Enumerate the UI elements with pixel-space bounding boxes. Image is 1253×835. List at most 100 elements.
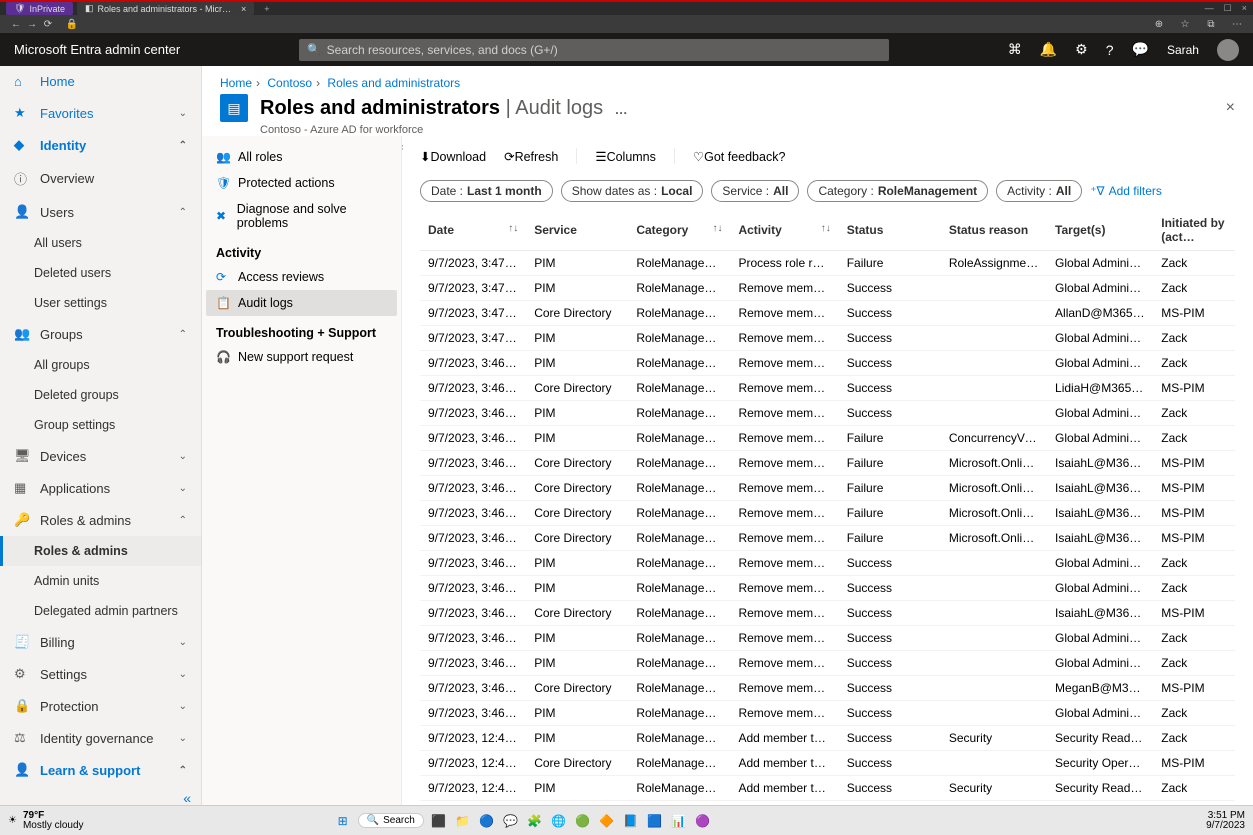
subnav-audit-logs[interactable]: 📋Audit logs — [206, 290, 397, 316]
nav-billing[interactable]: 🧾Billing⌄ — [0, 626, 201, 658]
taskbar-app-icon[interactable]: ⬛ — [430, 812, 448, 830]
subnav-protected[interactable]: 🛡Protected actions — [206, 170, 397, 196]
subnav-support[interactable]: 🎧New support request — [206, 344, 397, 370]
nav-user-settings[interactable]: User settings — [0, 288, 201, 318]
nav-favorites[interactable]: ★Favorites⌄ — [0, 97, 201, 129]
taskbar-app-icon[interactable]: 🟦 — [646, 812, 664, 830]
col-header[interactable]: Service — [526, 210, 628, 251]
notifications-icon[interactable]: 🔔 — [1040, 41, 1057, 58]
nav-all-groups[interactable]: All groups — [0, 350, 201, 380]
taskbar-app-icon[interactable]: 🌐 — [550, 812, 568, 830]
refresh-button[interactable]: ⟳ — [40, 16, 56, 32]
table-row[interactable]: 9/7/2023, 12:43:37 PMPIMRoleManagementAd… — [420, 801, 1235, 806]
filter-activity[interactable]: Activity :All — [996, 180, 1082, 202]
nav-settings[interactable]: ⚙Settings⌄ — [0, 658, 201, 690]
nav-protection[interactable]: 🔒Protection⌄ — [0, 690, 201, 722]
col-header[interactable]: Date↑↓ — [420, 210, 526, 251]
weather-icon[interactable]: ☀ — [8, 815, 17, 826]
table-row[interactable]: 9/7/2023, 3:46:39 PMPIMRoleManagementRem… — [420, 626, 1235, 651]
nav-admin-units[interactable]: Admin units — [0, 566, 201, 596]
taskbar-app-icon[interactable]: 💬 — [502, 812, 520, 830]
filter-showdates[interactable]: Show dates as :Local — [561, 180, 704, 202]
subnav-diagnose[interactable]: ✖Diagnose and solve problems — [206, 196, 397, 236]
table-row[interactable]: 9/7/2023, 3:46:50 PMCore DirectoryRoleMa… — [420, 526, 1235, 551]
global-search-input[interactable]: 🔍 Search resources, services, and docs (… — [299, 39, 889, 61]
table-row[interactable]: 9/7/2023, 3:46:50 PMPIMRoleManagementRem… — [420, 426, 1235, 451]
settings-icon[interactable]: ⚙ — [1075, 41, 1088, 58]
table-row[interactable]: 9/7/2023, 3:46:21 PMPIMRoleManagementRem… — [420, 651, 1235, 676]
taskbar-app-icon[interactable]: 📘 — [622, 812, 640, 830]
window-close-icon[interactable]: × — [1242, 3, 1247, 14]
feedback-icon[interactable]: 💬 — [1132, 41, 1149, 58]
nav-all-users[interactable]: All users — [0, 228, 201, 258]
col-header[interactable]: Target(s) — [1047, 210, 1153, 251]
taskbar-app-icon[interactable]: 📁 — [454, 812, 472, 830]
nav-learn[interactable]: 👤Learn & support⌃ — [0, 754, 201, 786]
nav-delegated[interactable]: Delegated admin partners — [0, 596, 201, 626]
table-row[interactable]: 9/7/2023, 3:46:21 PMCore DirectoryRoleMa… — [420, 676, 1235, 701]
table-row[interactable]: 9/7/2023, 12:44:15 PMPIMRoleManagementAd… — [420, 726, 1235, 751]
table-row[interactable]: 9/7/2023, 3:46:58 PMPIMRoleManagementRem… — [420, 351, 1235, 376]
browser-tab[interactable]: ◧ Roles and administrators - Micr… × — [77, 2, 254, 15]
crumb-home[interactable]: Home — [220, 76, 252, 90]
help-icon[interactable]: ? — [1106, 42, 1114, 58]
table-row[interactable]: 9/7/2023, 12:44:15 PMCore DirectoryRoleM… — [420, 751, 1235, 776]
avatar[interactable] — [1217, 39, 1239, 61]
filter-service[interactable]: Service :All — [711, 180, 799, 202]
refresh-button[interactable]: ⟳Refresh — [504, 149, 558, 164]
window-minimize-icon[interactable]: — — [1205, 3, 1214, 14]
table-row[interactable]: 9/7/2023, 3:46:21 PMPIMRoleManagementRem… — [420, 701, 1235, 726]
forward-button[interactable]: → — [24, 16, 40, 32]
table-row[interactable]: 9/7/2023, 3:46:40 PMCore DirectoryRoleMa… — [420, 601, 1235, 626]
filter-date[interactable]: Date :Last 1 month — [420, 180, 553, 202]
browser-icon[interactable]: ⋯ — [1229, 16, 1245, 32]
table-row[interactable]: 9/7/2023, 3:46:57 PMPIMRoleManagementRem… — [420, 401, 1235, 426]
start-button[interactable]: ⊞ — [334, 812, 352, 830]
collapse-subnav-icon[interactable]: « — [402, 142, 404, 153]
nav-applications[interactable]: ▦Applications⌄ — [0, 472, 201, 504]
collapse-nav-button[interactable]: « — [0, 786, 201, 805]
nav-identity[interactable]: ◆Identity⌃ — [0, 129, 201, 161]
nav-identity-gov[interactable]: ⚖Identity governance⌄ — [0, 722, 201, 754]
nav-group-settings[interactable]: Group settings — [0, 410, 201, 440]
table-row[interactable]: 9/7/2023, 3:46:50 PMCore DirectoryRoleMa… — [420, 451, 1235, 476]
browser-icon[interactable]: ⧉ — [1203, 16, 1219, 32]
crumb-contoso[interactable]: Contoso — [267, 76, 312, 90]
tab-close-icon[interactable]: × — [241, 4, 246, 14]
more-icon[interactable]: … — [615, 102, 628, 117]
col-header[interactable]: Category↑↓ — [628, 210, 730, 251]
close-blade-button[interactable]: × — [1226, 99, 1235, 117]
nav-overview[interactable]: ⓘOverview — [0, 161, 201, 196]
new-tab-button[interactable]: + — [264, 4, 269, 14]
browser-icon[interactable]: ☆ — [1177, 16, 1193, 32]
nav-users[interactable]: 👤Users⌃ — [0, 196, 201, 228]
filter-category[interactable]: Category :RoleManagement — [807, 180, 988, 202]
taskbar-app-icon[interactable]: 🧩 — [526, 812, 544, 830]
table-row[interactable]: 9/7/2023, 3:46:40 PMPIMRoleManagementRem… — [420, 576, 1235, 601]
taskbar-app-icon[interactable]: 🟢 — [574, 812, 592, 830]
back-button[interactable]: ← — [8, 16, 24, 32]
taskbar-app-icon[interactable]: 🔶 — [598, 812, 616, 830]
window-maximize-icon[interactable]: ☐ — [1224, 3, 1232, 14]
subnav-all-roles[interactable]: 👥All roles — [206, 144, 397, 170]
feedback-button[interactable]: ♡Got feedback? — [693, 149, 786, 164]
col-header[interactable]: Status — [839, 210, 941, 251]
table-row[interactable]: 9/7/2023, 3:47:25 PMPIMRoleManagementPro… — [420, 251, 1235, 276]
columns-button[interactable]: ☰Columns — [595, 149, 656, 164]
taskbar-app-icon[interactable]: 🟣 — [694, 812, 712, 830]
table-row[interactable]: 9/7/2023, 12:44:14 PMPIMRoleManagementAd… — [420, 776, 1235, 801]
taskbar-search[interactable]: 🔍Search — [358, 813, 424, 828]
crumb-roles[interactable]: Roles and administrators — [327, 76, 460, 90]
download-button[interactable]: ⬇Download — [420, 149, 486, 164]
table-row[interactable]: 9/7/2023, 3:47:01 PMCore DirectoryRoleMa… — [420, 301, 1235, 326]
table-row[interactable]: 9/7/2023, 3:47:01 PMPIMRoleManagementRem… — [420, 326, 1235, 351]
col-header[interactable]: Activity↑↓ — [730, 210, 838, 251]
taskbar-app-icon[interactable]: 🔵 — [478, 812, 496, 830]
table-row[interactable]: 9/7/2023, 3:46:50 PMCore DirectoryRoleMa… — [420, 476, 1235, 501]
subnav-access-reviews[interactable]: ⟳Access reviews — [206, 264, 397, 290]
clock[interactable]: 3:51 PM9/7/2023 — [1206, 811, 1245, 831]
nav-deleted-users[interactable]: Deleted users — [0, 258, 201, 288]
col-header[interactable]: Status reason — [941, 210, 1047, 251]
nav-roles-admins-sub[interactable]: Roles & admins — [0, 536, 201, 566]
weather-widget[interactable]: 79°FMostly cloudy — [23, 811, 84, 831]
